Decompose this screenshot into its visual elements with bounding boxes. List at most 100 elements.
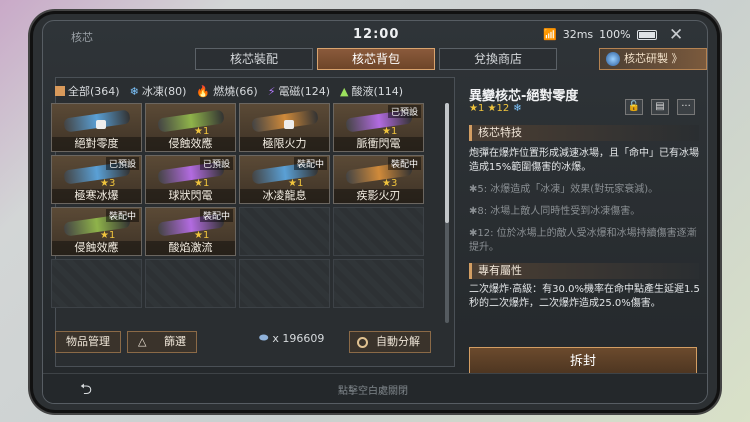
tab-exchange-shop[interactable]: 兌換商店 — [439, 48, 557, 70]
star-level: ★3 — [382, 178, 398, 189]
acid-drop-icon: ▲ — [340, 84, 349, 98]
filter-all[interactable]: 全部(364) — [55, 83, 120, 99]
info-icon[interactable]: ▤ — [651, 99, 669, 115]
status-badge: 已預設 — [387, 105, 421, 118]
star-level: ★1 ★12 — [469, 103, 510, 114]
bottom-button-row: 物品管理 △ 篩選 — [55, 331, 197, 353]
core-item-card[interactable]: ★1 已預設脈衝閃電 — [333, 103, 424, 152]
status-badge: 裝配中 — [293, 157, 327, 170]
item-manage-button[interactable]: 物品管理 — [55, 331, 121, 353]
gear-icon — [606, 52, 620, 66]
core-item-name: 侵蝕效應 — [146, 137, 235, 151]
currency-amount: x 196609 — [272, 331, 325, 345]
core-item-card[interactable]: ★1 已預設 球狀閃電 — [145, 155, 236, 204]
skill-tier-5: ✱5: 冰爆造成「冰凍」效果(對玩家衰減)。 — [469, 184, 659, 195]
window-title: 核芯 — [71, 31, 93, 44]
filter-ice-label: 冰凍(80) — [141, 85, 187, 98]
grid-icon — [55, 86, 65, 96]
section-exclusive-attr: 專有屬性 — [469, 263, 699, 279]
core-item-card[interactable]: ★1 裝配中冰凌龍息 — [239, 155, 330, 204]
filter-all-label: 全部(364) — [68, 85, 120, 98]
battery-icon — [636, 29, 657, 40]
star-level: ★1 — [100, 230, 116, 241]
flame-icon: 🔥 — [196, 84, 211, 98]
top-bar: 核芯 12:00 📶 32ms 100% ✕ — [43, 21, 707, 49]
snowflake-icon: ❄ — [129, 84, 139, 98]
skill-tier-8: ✱8: 冰場上敵人同時性受到冰凍傷害。 — [469, 206, 641, 217]
tab-core-backpack[interactable]: 核芯背包 — [317, 48, 435, 70]
filter-fire[interactable]: 🔥 燃燒(66) — [196, 83, 257, 99]
core-grid: 絕對零度 ★1 侵蝕效應 極限火力 ★1 已預設 脈衝閃電 ★3 已預設 極寒冰爆 ★1 已預設 球狀閃… — [51, 103, 424, 308]
core-item-name: 疾影火刃 — [334, 189, 423, 203]
tab-core-assembly[interactable]: 核芯裝配 — [195, 48, 313, 70]
lock-icon — [96, 120, 106, 129]
core-research-button[interactable]: 核芯研製 》 — [599, 48, 707, 70]
star-level: ★1 — [382, 126, 398, 137]
chip-icon: ⬬ — [259, 331, 269, 344]
core-research-label: 核芯研製 》 — [624, 52, 683, 65]
status-badge: 已預設 — [199, 157, 233, 170]
detail-panel: 異變核芯-絕對零度 ★1 ★12 ❄ 🔓 ▤ ··· 核芯特技 炮彈在爆炸位置形成… — [463, 77, 703, 377]
detail-stars: ★1 ★12 ❄ — [469, 103, 522, 114]
detail-title: 異變核芯-絕對零度 — [469, 89, 579, 104]
exclusive-attr-description: 二次爆炸·高級：有30.0%機率在命中點產生延遲1.5秒的二次爆炸，二次爆炸造成… — [469, 284, 700, 309]
detail-actions: 🔓 ▤ ··· — [625, 99, 695, 115]
core-item-card[interactable]: ★3 裝配中疾影火刃 — [333, 155, 424, 204]
filter-electric[interactable]: ⚡ 電磁(124) — [268, 83, 330, 99]
star-level: ★3 — [100, 178, 116, 189]
core-item-card[interactable]: ★1 裝配中侵蝕效應 — [51, 207, 142, 256]
section-core-skill: 核芯特技 — [469, 125, 699, 141]
core-item-card[interactable]: 絕對零度 — [51, 103, 142, 152]
filter-acid[interactable]: ▲ 酸液(114) — [340, 83, 403, 99]
tab-bar: 核芯裝配 核芯背包 兌換商店 — [195, 48, 557, 70]
status-area: 📶 32ms 100% — [543, 28, 657, 41]
empty-slot — [333, 207, 424, 256]
bottom-bar: ⮌ 點擊空白處關閉 — [43, 373, 707, 403]
filter-fire-label: 燃燒(66) — [213, 85, 258, 98]
auto-dismantle-button[interactable]: 自動分解 — [349, 331, 431, 353]
lock-icon[interactable]: 🔓 — [625, 99, 643, 115]
star-level: ★1 — [194, 178, 210, 189]
close-button[interactable]: ✕ — [669, 25, 683, 45]
core-item-name: 極限火力 — [240, 137, 329, 151]
back-icon[interactable]: ⮌ — [73, 377, 99, 401]
core-item-name: 脈衝閃電 — [334, 137, 423, 151]
snowflake-icon: ❄ — [513, 103, 522, 114]
lightning-icon: ⚡ — [267, 84, 276, 98]
close-hint[interactable]: 點擊空白處關閉 — [338, 382, 408, 397]
status-badge: 裝配中 — [105, 209, 139, 222]
status-badge: 已預設 — [105, 157, 139, 170]
empty-slot — [333, 259, 424, 308]
more-icon[interactable]: ··· — [677, 99, 695, 115]
core-panel: 核芯 12:00 📶 32ms 100% ✕ 核芯裝配 核芯背包 兌換商店 核芯… — [42, 20, 708, 404]
status-badge: 裝配中 — [387, 157, 421, 170]
empty-slot — [51, 259, 142, 308]
core-item-card[interactable]: ★3 已預設極寒冰爆 — [51, 155, 142, 204]
skill-tier-12: ✱12: 位於冰場上的敵人受冰爆和冰場持續傷害逐漸提升。 — [469, 228, 697, 253]
scrollbar[interactable] — [445, 103, 449, 323]
skill-description: 炮彈在爆炸位置形成減速冰場，且「命中」已有冰場造成15%範圍傷害的冰爆。 — [469, 148, 699, 173]
star-level: ★1 — [288, 178, 304, 189]
cycle-icon — [357, 337, 368, 348]
empty-slot — [239, 207, 330, 256]
core-item-card[interactable]: 極限火力 — [239, 103, 330, 152]
filter-button-label: 篩選 — [163, 335, 186, 348]
filter-bar: 全部(364) ❄ 冰凍(80) 🔥 燃燒(66) ⚡ 電磁(124) ▲ 酸液(114… — [55, 83, 403, 99]
lock-icon — [284, 120, 294, 129]
star-level: ★1 — [194, 230, 210, 241]
filter-electric-label: 電磁(124) — [278, 85, 331, 98]
ping-text: 32ms — [562, 28, 594, 41]
empty-slot — [145, 259, 236, 308]
core-item-name: 絕對零度 — [52, 137, 141, 151]
currency-display: ⬬ x 196609 — [259, 331, 324, 345]
core-item-name: 酸焰激流 — [146, 241, 235, 255]
filter-button[interactable]: △ 篩選 — [127, 331, 197, 353]
core-item-name: 侵蝕效應 — [52, 241, 141, 255]
empty-slot — [239, 259, 330, 308]
core-item-name: 極寒冰爆 — [52, 189, 141, 203]
core-item-card[interactable]: ★1 裝配中 酸焰激流 — [145, 207, 236, 256]
core-item-card[interactable]: ★1 侵蝕效應 — [145, 103, 236, 152]
core-item-name: 冰凌龍息 — [240, 189, 329, 203]
filter-ice[interactable]: ❄ 冰凍(80) — [130, 83, 187, 99]
battery-text: 100% — [599, 28, 631, 41]
